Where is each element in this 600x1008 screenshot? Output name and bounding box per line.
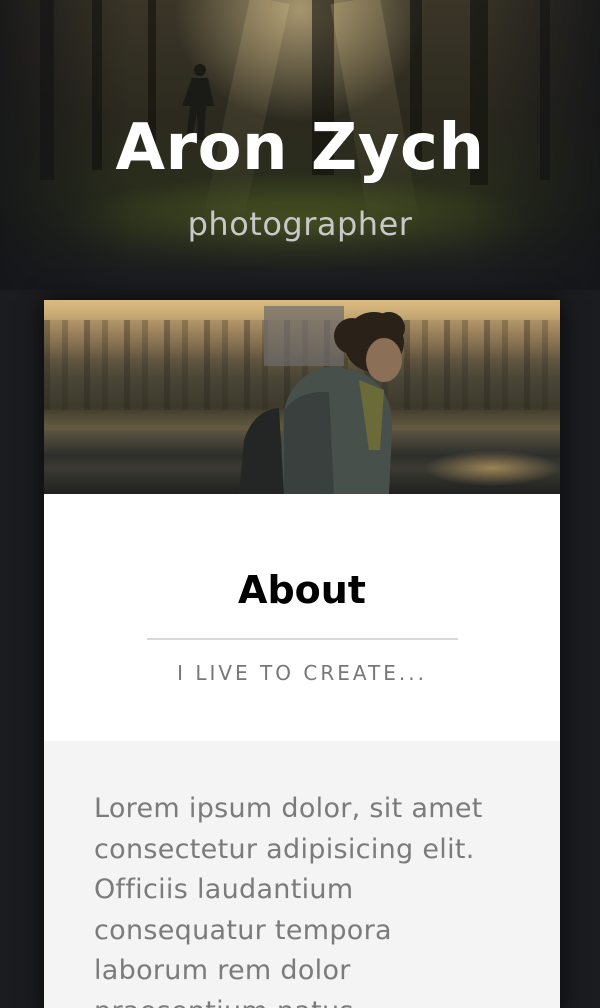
photo-person-silhouette: [239, 312, 405, 494]
about-card: About Lorem ipsum dolor, sit amet consec…: [44, 300, 560, 1008]
about-divider: [147, 638, 458, 640]
about-body: Lorem ipsum dolor, sit amet consectetur …: [44, 741, 560, 1008]
about-title: About: [238, 568, 366, 612]
about-photo: [44, 300, 560, 494]
page: Aron Zych photographer About Lorem ipsum…: [0, 0, 600, 1008]
hero-title: Aron Zych: [115, 111, 485, 185]
about-body-text: Lorem ipsum dolor, sit amet consectetur …: [94, 793, 483, 1008]
photo-water-glint: [424, 450, 560, 486]
about-header: About: [44, 494, 560, 741]
hero-subtitle: photographer: [187, 205, 413, 243]
about-tagline: I LIVE TO CREATE...: [177, 661, 427, 685]
hero-header: Aron Zych photographer: [0, 0, 600, 290]
